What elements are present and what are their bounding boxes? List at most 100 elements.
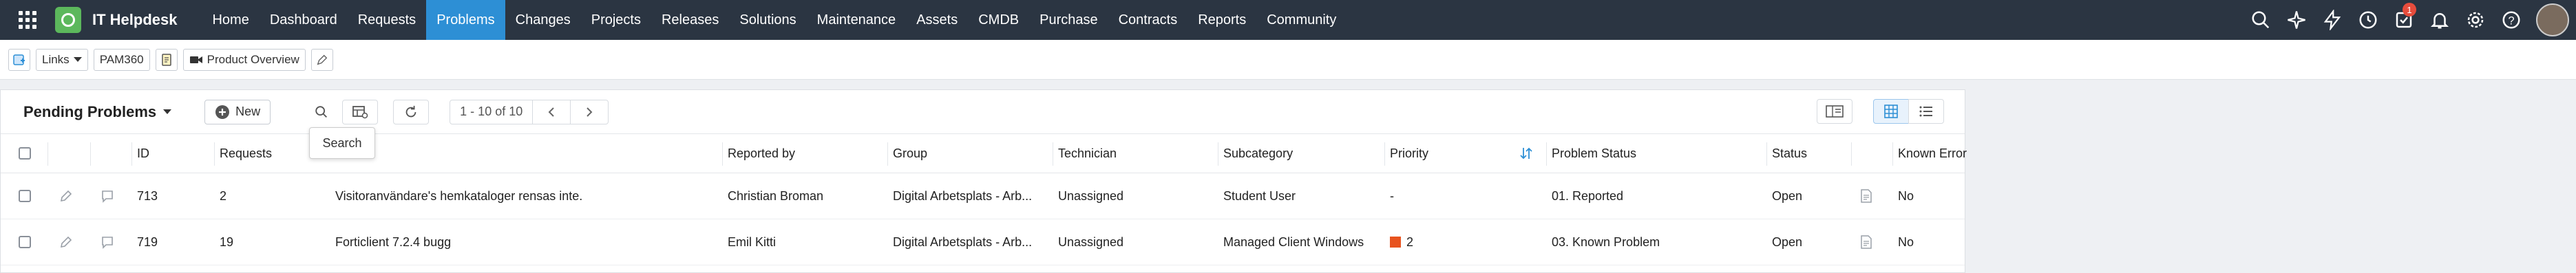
cell-id[interactable]: 719 — [131, 219, 214, 265]
add-link-icon[interactable] — [8, 48, 30, 71]
column-header-subcategory[interactable]: Subcategory — [1218, 134, 1384, 173]
cell-group: Digital Arbetsplats - Arb... — [893, 234, 1033, 249]
new-problem-button[interactable]: New — [204, 99, 271, 124]
list-view-button[interactable] — [1908, 99, 1944, 124]
priority-value: 2 — [1406, 234, 1414, 249]
chevron-right-icon — [587, 107, 593, 117]
sort-icon[interactable] — [1519, 134, 1539, 173]
chevron-left-icon — [548, 107, 554, 117]
document-icon[interactable] — [1854, 219, 1881, 265]
cell-subcategory: Managed Client Windows — [1223, 234, 1364, 249]
cell-problem-status: 03. Known Problem — [1552, 234, 1660, 249]
column-chooser-button[interactable] — [342, 99, 379, 124]
notification-badge: 1 — [2403, 3, 2416, 17]
gear-icon[interactable] — [2458, 0, 2493, 40]
row-checkbox[interactable] — [19, 236, 31, 248]
cell-reported-by: Christian Broman — [728, 188, 824, 203]
nav-dashboard[interactable]: Dashboard — [260, 0, 348, 40]
top-navigation-bar: IT Helpdesk Home Dashboard Requests Prob… — [0, 0, 2576, 40]
split-view-button[interactable] — [1817, 99, 1852, 124]
search-button[interactable] — [304, 99, 340, 124]
product-overview-link[interactable]: Product Overview — [182, 48, 306, 71]
cell-id[interactable]: 713 — [131, 173, 214, 219]
select-all-checkbox-cell[interactable] — [13, 134, 41, 173]
view-selector[interactable]: Pending Problems — [23, 102, 172, 121]
app-title: IT Helpdesk — [92, 11, 178, 28]
lightning-icon[interactable] — [2314, 0, 2350, 40]
nav-cmdb[interactable]: CMDB — [968, 0, 1029, 40]
nav-solutions[interactable]: Solutions — [729, 0, 806, 40]
secondary-toolbar: Links PAM360 Product Overview — [0, 40, 2576, 80]
row-checkbox[interactable] — [19, 190, 31, 202]
grid-view-button[interactable] — [1873, 99, 1909, 124]
nav-maintenance[interactable]: Maintenance — [807, 0, 907, 40]
new-label: New — [235, 105, 261, 118]
column-header-title[interactable]: Title — [330, 134, 722, 173]
edit-icon[interactable] — [53, 219, 81, 265]
nav-problems[interactable]: Problems — [426, 0, 505, 40]
chevron-down-icon — [73, 57, 82, 62]
edit-icon[interactable] — [53, 173, 81, 219]
column-header-reported-by[interactable]: Reported by — [722, 134, 887, 173]
cell-reported-by: Emil Kitti — [728, 234, 777, 249]
app-switcher-icon[interactable] — [0, 0, 55, 40]
cell-problem-status: 01. Reported — [1552, 188, 1624, 203]
main-nav: Home Dashboard Requests Problems Changes… — [202, 0, 1347, 40]
help-icon[interactable]: ? — [2493, 0, 2529, 40]
column-header-group[interactable]: Group — [887, 134, 1053, 173]
nav-community[interactable]: Community — [1256, 0, 1347, 40]
nav-projects[interactable]: Projects — [581, 0, 651, 40]
pencil-icon[interactable] — [310, 48, 333, 71]
cell-status: Open — [1772, 188, 1803, 203]
view-title: Pending Problems — [23, 102, 157, 120]
split-view-icon — [1826, 105, 1844, 118]
user-avatar[interactable] — [2536, 3, 2569, 36]
table-row[interactable]: 719 19 Forticlient 7.2.4 bugg Emil Kitti… — [1, 219, 1965, 265]
layout-toggle-group — [1817, 99, 1852, 124]
cell-technician: Unassigned — [1058, 188, 1124, 203]
bell-icon[interactable] — [2422, 0, 2458, 40]
nav-home[interactable]: Home — [202, 0, 259, 40]
conversation-icon[interactable] — [94, 173, 122, 219]
column-header-status[interactable]: Status — [1766, 134, 1849, 173]
links-dropdown[interactable]: Links — [36, 48, 88, 71]
pagination-info: 1 - 10 of 10 — [450, 99, 534, 124]
previous-page-button[interactable] — [532, 99, 571, 124]
cell-title[interactable]: Forticlient 7.2.4 bugg — [330, 219, 722, 265]
tasks-icon[interactable]: 1 — [2386, 0, 2422, 40]
search-icon — [315, 105, 328, 118]
nav-assets[interactable]: Assets — [906, 0, 968, 40]
cell-status: Open — [1772, 234, 1803, 249]
next-page-button[interactable] — [570, 99, 609, 124]
column-header-problem-status[interactable]: Problem Status — [1546, 134, 1766, 173]
column-header-requests[interactable]: Requests — [214, 134, 324, 173]
conversation-icon[interactable] — [94, 219, 122, 265]
search-icon[interactable] — [2243, 0, 2279, 40]
sparkle-icon[interactable] — [2279, 0, 2314, 40]
column-header-technician[interactable]: Technician — [1053, 134, 1218, 173]
top-right-tools: 1 ? — [2243, 0, 2576, 40]
nav-contracts[interactable]: Contracts — [1108, 0, 1188, 40]
column-header-id[interactable]: ID — [131, 134, 214, 173]
document-icon[interactable] — [1854, 173, 1881, 219]
refresh-button[interactable] — [393, 99, 430, 124]
nav-changes[interactable]: Changes — [505, 0, 581, 40]
pam360-link[interactable]: PAM360 — [93, 48, 150, 71]
nav-releases[interactable]: Releases — [651, 0, 729, 40]
nav-purchase[interactable]: Purchase — [1029, 0, 1108, 40]
row-checkbox-cell[interactable] — [13, 173, 41, 219]
nav-reports[interactable]: Reports — [1187, 0, 1256, 40]
nav-requests[interactable]: Requests — [348, 0, 427, 40]
product-overview-label: Product Overview — [207, 52, 299, 66]
cell-title[interactable]: Visitoranvändare's hemkataloger rensas i… — [330, 173, 722, 219]
select-all-checkbox[interactable] — [19, 147, 31, 160]
notes-icon[interactable] — [155, 48, 178, 71]
cell-requests: 2 — [220, 188, 227, 203]
row-checkbox-cell[interactable] — [13, 219, 41, 265]
helpdesk-logo — [55, 7, 81, 33]
cell-requests: 19 — [220, 234, 234, 249]
table-row[interactable]: 713 2 Visitoranvändare's hemkataloger re… — [1, 173, 1965, 219]
history-icon[interactable] — [2350, 0, 2386, 40]
grid-view-icon — [1884, 105, 1898, 118]
column-header-known-error[interactable]: Known Error — [1892, 134, 1968, 173]
